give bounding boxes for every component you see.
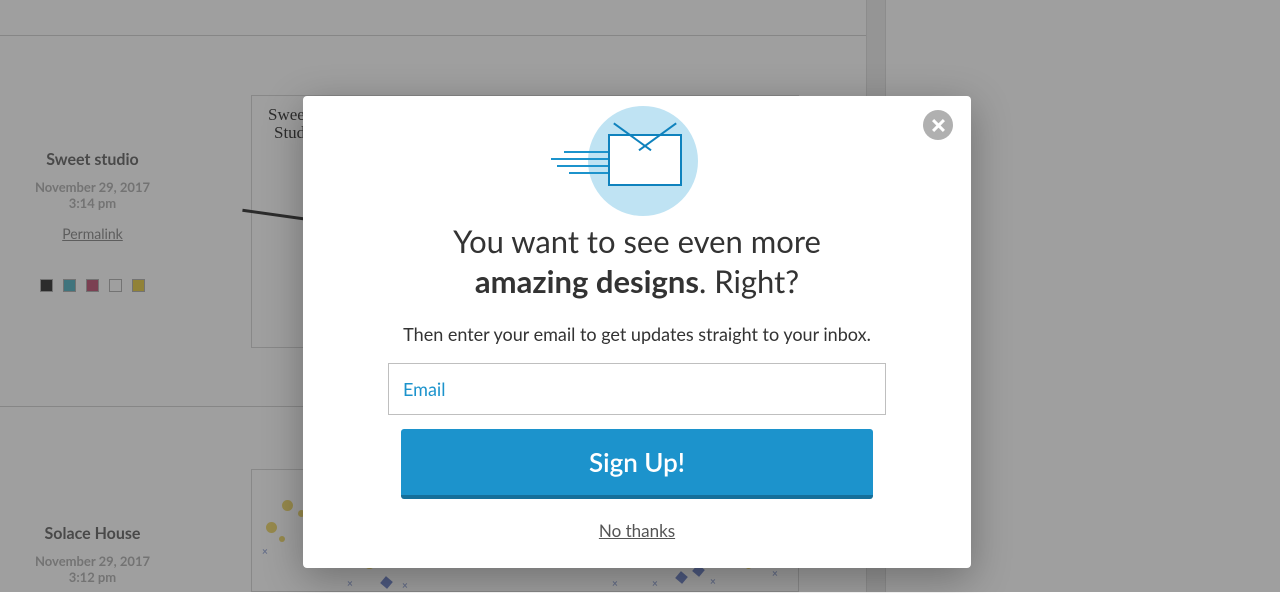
envelope-icon	[608, 134, 682, 186]
close-button[interactable]	[923, 110, 953, 140]
modal-subtext: Then enter your email to get updates str…	[303, 323, 971, 345]
mail-speed-lines-icon	[544, 146, 609, 179]
headline-part2: . Right?	[699, 262, 799, 300]
headline-part1: You want to see even more	[453, 222, 821, 260]
hero-illustration	[570, 106, 705, 216]
signup-modal: You want to see even more amazing design…	[303, 96, 971, 568]
email-input[interactable]	[388, 363, 886, 415]
signup-button[interactable]: Sign Up!	[401, 429, 873, 499]
modal-headline: You want to see even more amazing design…	[303, 222, 971, 301]
headline-bold: amazing designs	[475, 262, 699, 300]
close-icon	[932, 119, 945, 132]
nothanks-link[interactable]: No thanks	[599, 520, 675, 541]
